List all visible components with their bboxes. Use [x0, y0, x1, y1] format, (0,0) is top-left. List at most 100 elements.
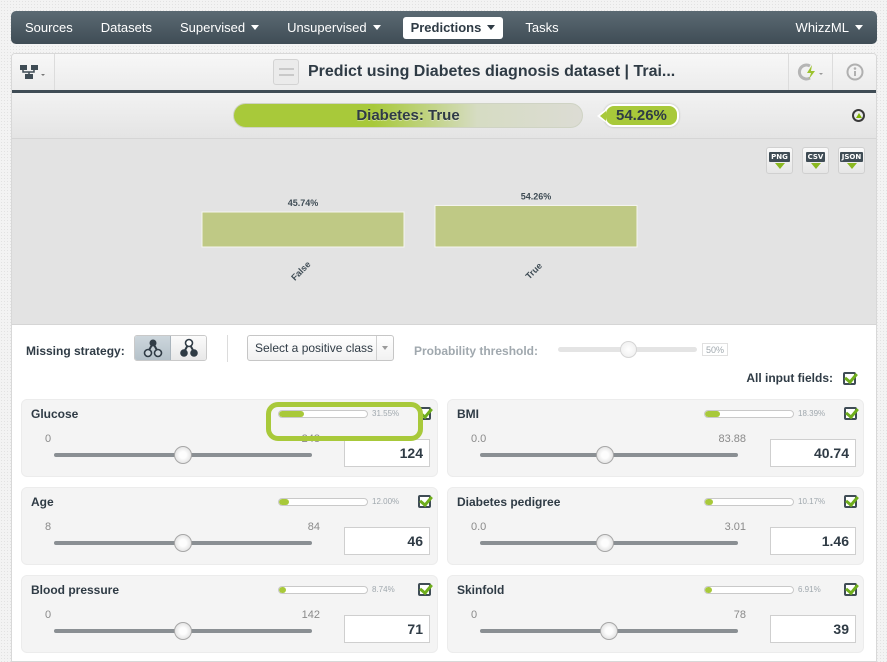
prediction-panel: Predict using Diabetes diagnosis dataset… — [11, 53, 877, 662]
missing-strategy-label: Missing strategy: — [26, 344, 125, 358]
field-importance-value: 18.39% — [798, 409, 826, 418]
nav-supervised[interactable]: Supervised — [166, 11, 273, 44]
x-tick-label: True — [524, 261, 545, 282]
info-button[interactable] — [832, 54, 876, 90]
field-slider[interactable] — [480, 446, 738, 464]
tree-structure-icon — [20, 65, 45, 79]
prediction-text: Diabetes: True — [356, 107, 460, 124]
export-json-button[interactable]: JSON — [838, 147, 865, 174]
field-value-input[interactable] — [344, 439, 430, 467]
caret-down-icon — [372, 25, 381, 30]
field-include-checkbox[interactable] — [844, 407, 857, 420]
field-include-checkbox[interactable] — [418, 407, 431, 420]
nav-label: WhizzML — [795, 20, 849, 35]
nav-label: Supervised — [180, 20, 246, 35]
nav-unsupervised[interactable]: Unsupervised — [273, 11, 395, 44]
field-include-checkbox[interactable] — [844, 495, 857, 508]
field-include-checkbox[interactable] — [418, 583, 431, 596]
field-name: BMI — [457, 407, 479, 421]
importance-fill — [705, 411, 720, 417]
field-name: Glucose — [31, 407, 79, 421]
importance-fill — [279, 499, 289, 505]
field-value-input[interactable] — [344, 615, 430, 643]
slider-handle[interactable] — [600, 622, 618, 640]
slider-handle[interactable] — [174, 622, 192, 640]
probability-bar-chart: 45.74% False 54.26% True — [201, 191, 638, 283]
tree-menu-button[interactable] — [12, 54, 55, 90]
field-card-bmi: BMI 18.39% 0.0 83.88 — [447, 399, 864, 477]
field-importance-bar — [704, 586, 794, 594]
nav-whizzml[interactable]: WhizzML — [782, 11, 877, 44]
export-png-button[interactable]: PNG — [766, 147, 793, 174]
prediction-result-bar: Diabetes: True 54.26% — [12, 93, 876, 139]
field-card-age: Age 12.00% 8 84 — [21, 487, 438, 565]
field-include-checkbox[interactable] — [844, 583, 857, 596]
field-max: 84 — [307, 521, 320, 533]
page-title: Predict using Diabetes diagnosis dataset… — [273, 54, 675, 90]
nav-sources[interactable]: Sources — [11, 11, 87, 44]
nav-predictions[interactable]: Predictions — [402, 16, 504, 39]
field-card-skinfold: Skinfold 6.91% 0 78 — [447, 575, 864, 653]
field-importance-value: 31.55% — [372, 409, 400, 418]
positive-class-select[interactable]: Select a positive class — [247, 335, 394, 361]
slider-handle[interactable] — [619, 341, 637, 358]
probability-threshold-label: Probability threshold: — [414, 344, 539, 358]
field-slider[interactable] — [480, 622, 738, 640]
missing-strategy-toggle — [134, 335, 207, 361]
nav-tasks[interactable]: Tasks — [511, 11, 572, 44]
importance-highlight-annotation — [266, 402, 423, 441]
slider-handle[interactable] — [174, 446, 192, 464]
slider-handle[interactable] — [596, 446, 615, 464]
importance-fill — [705, 499, 714, 505]
select-placeholder: Select a positive class — [255, 341, 374, 355]
export-csv-button[interactable]: CSV — [802, 147, 829, 174]
png-label: PNG — [769, 152, 790, 162]
title-text: Predict using Diabetes diagnosis dataset… — [308, 63, 676, 80]
field-value-input[interactable] — [770, 439, 856, 467]
missing-strategy-proportional[interactable] — [171, 336, 206, 360]
nav-datasets[interactable]: Datasets — [87, 11, 166, 44]
nav-label: Unsupervised — [287, 20, 367, 35]
slider-handle[interactable] — [174, 534, 192, 552]
prediction-controls: Missing strategy: Select a positive clas… — [12, 325, 876, 385]
field-value-input[interactable] — [770, 527, 856, 555]
field-slider[interactable] — [54, 534, 312, 552]
field-min: 0.0 — [471, 433, 487, 445]
field-slider[interactable] — [480, 534, 738, 552]
bar-value-label: 45.74% — [288, 198, 319, 208]
field-min: 0.0 — [471, 521, 487, 533]
download-arrow-icon — [846, 163, 857, 169]
info-icon — [846, 63, 863, 81]
field-max: 248 — [301, 433, 320, 445]
nav-label: Datasets — [100, 20, 153, 35]
missing-strategy-last-prediction[interactable] — [135, 336, 171, 360]
importance-fill — [279, 587, 287, 593]
field-slider[interactable] — [54, 446, 312, 464]
toolbar: Predict using Diabetes diagnosis dataset… — [12, 54, 876, 93]
field-value-input[interactable] — [344, 527, 430, 555]
probability-threshold-slider[interactable] — [558, 341, 697, 358]
download-arrow-icon — [810, 163, 821, 169]
nav-label: Sources — [25, 20, 73, 35]
field-min: 8 — [45, 521, 52, 533]
tree-node-icon — [179, 338, 198, 357]
field-include-checkbox[interactable] — [418, 495, 431, 508]
confidence-badge: 54.26% — [597, 104, 679, 127]
field-value-input[interactable] — [770, 615, 856, 643]
field-min: 0 — [45, 609, 52, 621]
field-card-blood-pressure: Blood pressure 8.74% 0 142 — [21, 575, 438, 653]
actions-menu-button[interactable] — [788, 54, 832, 90]
caret-down-icon — [487, 25, 496, 30]
download-arrow-icon — [774, 163, 785, 169]
field-importance-bar — [278, 410, 368, 418]
field-slider[interactable] — [54, 622, 312, 640]
bar-false[interactable] — [201, 211, 405, 248]
field-max: 83.88 — [718, 433, 746, 445]
all-input-fields-checkbox[interactable] — [843, 371, 856, 385]
field-name: Blood pressure — [31, 583, 120, 597]
all-input-fields-row: All input fields: — [746, 371, 856, 385]
all-input-fields-label: All input fields: — [746, 371, 833, 385]
collapse-chart-button[interactable] — [852, 109, 865, 122]
bar-true[interactable] — [434, 204, 638, 248]
slider-handle[interactable] — [596, 534, 615, 552]
